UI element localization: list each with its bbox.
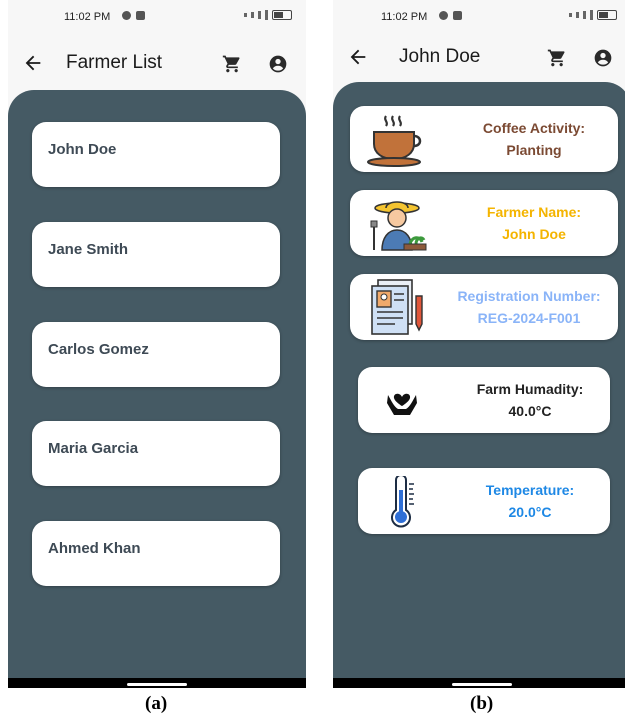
farmer-list-item[interactable]: Ahmed Khan (32, 521, 280, 586)
farmer-list-item[interactable]: Jane Smith (32, 222, 280, 287)
notification-icon (122, 11, 131, 20)
farmer-list-item[interactable]: Maria Garcia (32, 421, 280, 486)
farmer-name: Maria Garcia (48, 440, 139, 457)
farmer-name-label: Farmer Name: (486, 204, 582, 220)
farmer-name: John Doe (48, 141, 117, 158)
app-bar: Farmer List (8, 40, 306, 88)
temperature-value: 20.0°C (508, 504, 552, 520)
back-arrow-icon[interactable] (22, 52, 44, 74)
farmer-name: Ahmed Khan (48, 540, 141, 557)
caption-a: (a) (145, 693, 168, 714)
farmer-list-item[interactable]: Carlos Gomez (32, 322, 280, 387)
signal-icon (569, 13, 572, 17)
farmer-list-screen: 11:02 PM Farmer List John Doe Jane Smith (8, 0, 306, 688)
hands-heart-icon (386, 385, 418, 420)
notification-icon (439, 11, 448, 20)
account-circle-icon[interactable] (593, 48, 613, 68)
farmer-name-card: Farmer Name: John Doe (350, 190, 618, 256)
page-title: Farmer List (66, 52, 163, 73)
thermometer-icon (390, 474, 416, 533)
status-time: 11:02 PM (381, 11, 428, 23)
battery-icon (272, 10, 292, 20)
home-indicator[interactable] (452, 683, 512, 686)
coffee-activity-label: Coffee Activity: (482, 120, 586, 136)
status-indicators (244, 10, 292, 20)
app-bar: John Doe (333, 34, 625, 82)
status-bar: 11:02 PM (8, 0, 306, 34)
farmer-detail-panel: Coffee Activity: Planting Farmer Name: J… (333, 82, 625, 688)
notification-icon (136, 11, 145, 20)
farmer-name-value: John Doe (502, 226, 566, 242)
coffee-activity-card: Coffee Activity: Planting (350, 106, 618, 172)
farmer-list-panel: John Doe Jane Smith Carlos Gomez Maria G… (8, 90, 306, 688)
coffee-cup-icon (366, 112, 428, 173)
farmer-name: Carlos Gomez (48, 341, 149, 358)
coffee-activity-value: Planting (506, 142, 562, 158)
farm-humidity-value: 40.0°C (508, 403, 552, 419)
registration-number-label: Registration Number: (457, 288, 601, 304)
status-bar: 11:02 PM (333, 0, 625, 34)
farmer-name: Jane Smith (48, 241, 129, 258)
temperature-card: Temperature: 20.0°C (358, 468, 610, 534)
farmer-list-item[interactable]: John Doe (32, 122, 280, 187)
registration-number-value: REG-2024-F001 (477, 310, 581, 326)
caption-b: (b) (470, 693, 494, 714)
farmer-detail-screen: 11:02 PM John Doe Coffee Activity: Plant… (333, 0, 625, 688)
registration-document-icon (368, 278, 426, 341)
system-nav-bar (8, 678, 306, 688)
account-circle-icon[interactable] (268, 54, 288, 74)
battery-icon (597, 10, 617, 20)
farmer-icon (366, 194, 428, 257)
back-arrow-icon[interactable] (347, 46, 369, 68)
page-title: John Doe (399, 46, 481, 67)
home-indicator[interactable] (127, 683, 187, 686)
notification-icon (453, 11, 462, 20)
farm-humidity-card: Farm Humadity: 40.0°C (358, 367, 610, 433)
status-time: 11:02 PM (64, 11, 111, 23)
farm-humidity-label: Farm Humadity: (476, 381, 584, 397)
system-nav-bar (333, 678, 625, 688)
shopping-cart-icon[interactable] (547, 48, 567, 68)
registration-number-card: Registration Number: REG-2024-F001 (350, 274, 618, 340)
shopping-cart-icon[interactable] (222, 54, 242, 74)
signal-icon (244, 13, 247, 17)
temperature-label: Temperature: (485, 482, 575, 498)
status-indicators (569, 10, 617, 20)
